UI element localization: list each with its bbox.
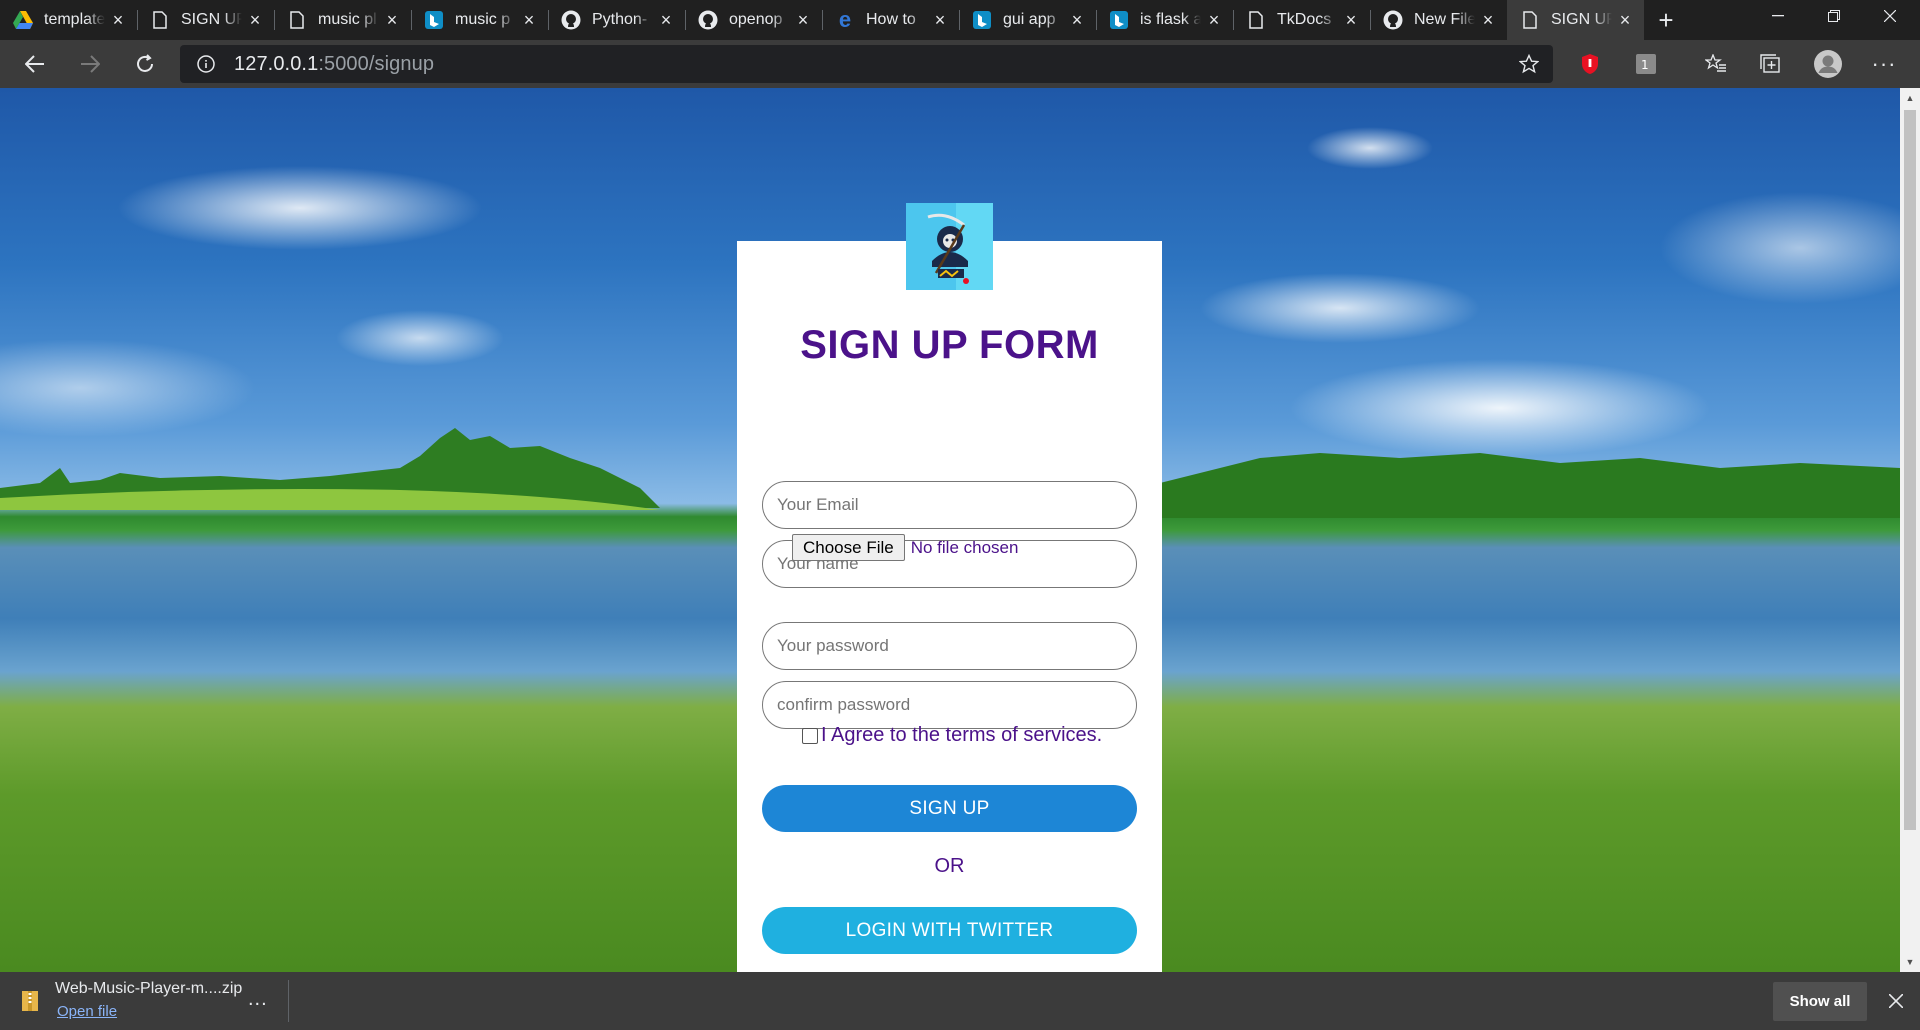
forward-icon[interactable] bbox=[72, 46, 108, 82]
close-icon[interactable]: × bbox=[520, 10, 538, 30]
download-options-button[interactable]: ... bbox=[248, 988, 268, 1011]
file-upload: Choose File No file chosen bbox=[792, 534, 1018, 561]
close-icon[interactable]: × bbox=[1342, 10, 1360, 30]
page-scrollbar[interactable]: ▲ ▼ bbox=[1900, 88, 1920, 972]
info-icon[interactable] bbox=[196, 54, 216, 79]
minimize-icon[interactable] bbox=[1750, 0, 1806, 32]
terms-row: I Agree to the terms of services. bbox=[802, 724, 1102, 747]
github-icon bbox=[1382, 9, 1404, 31]
browser-toolbar: 127.0.0.1:5000/signup 1 ··· bbox=[0, 40, 1920, 88]
github-icon bbox=[560, 9, 582, 31]
star-icon[interactable] bbox=[1518, 53, 1540, 79]
tab-title: music p bbox=[455, 11, 511, 28]
download-file-name: Web-Music-Player-m....zip bbox=[55, 980, 243, 997]
close-icon[interactable]: × bbox=[931, 10, 949, 30]
tab-active[interactable]: SIGN UP × bbox=[1507, 0, 1644, 40]
tab[interactable]: music pl × bbox=[274, 0, 411, 40]
confirm-password-input[interactable] bbox=[762, 681, 1137, 729]
page-icon bbox=[1245, 9, 1267, 31]
tab-title: SIGN UP bbox=[1551, 11, 1612, 28]
show-all-button[interactable]: Show all bbox=[1773, 982, 1867, 1021]
divider bbox=[288, 980, 289, 1022]
close-icon[interactable]: × bbox=[1616, 10, 1634, 30]
close-icon[interactable] bbox=[1880, 985, 1912, 1017]
tab-strip: template × SIGN UP × music pl × music p … bbox=[0, 0, 1920, 40]
tab[interactable]: gui app × bbox=[959, 0, 1096, 40]
tab-title: template bbox=[44, 11, 105, 28]
download-shelf: Web-Music-Player-m....zip Open file ... … bbox=[0, 972, 1920, 1030]
close-icon[interactable]: × bbox=[1479, 10, 1497, 30]
terms-label[interactable]: I Agree to the terms of services. bbox=[821, 724, 1102, 747]
tab-title: SIGN UP bbox=[181, 11, 242, 28]
page-background: SIGN UP FORM Choose File No file chosen … bbox=[0, 88, 1900, 972]
tab[interactable]: music p × bbox=[411, 0, 548, 40]
tab[interactable]: TkDocs × bbox=[1233, 0, 1370, 40]
site-logo bbox=[906, 203, 993, 290]
signup-card: SIGN UP FORM Choose File No file chosen … bbox=[737, 241, 1162, 972]
close-icon[interactable]: × bbox=[383, 10, 401, 30]
bing-icon bbox=[423, 9, 445, 31]
scroll-down-icon[interactable]: ▼ bbox=[1904, 956, 1916, 968]
zip-file-icon bbox=[22, 991, 38, 1011]
github-icon bbox=[697, 9, 719, 31]
google-drive-icon bbox=[12, 9, 34, 31]
restore-icon[interactable] bbox=[1806, 0, 1862, 32]
page-icon bbox=[149, 9, 171, 31]
open-file-link[interactable]: Open file bbox=[57, 1003, 117, 1020]
bing-icon bbox=[1108, 9, 1130, 31]
tab[interactable]: Python- × bbox=[548, 0, 685, 40]
edge-icon: e bbox=[838, 7, 852, 32]
download-item[interactable]: Web-Music-Player-m....zip Open file ... bbox=[0, 972, 288, 1030]
close-icon[interactable]: × bbox=[657, 10, 675, 30]
svg-text:1: 1 bbox=[1641, 58, 1649, 72]
scroll-up-icon[interactable]: ▲ bbox=[1904, 92, 1916, 104]
new-tab-button[interactable]: + bbox=[1644, 0, 1688, 40]
extension-red-icon[interactable] bbox=[1574, 48, 1606, 80]
url-text: 127.0.0.1:5000/signup bbox=[234, 52, 435, 75]
tab[interactable]: SIGN UP × bbox=[137, 0, 274, 40]
login-twitter-button[interactable]: LOGIN WITH TWITTER bbox=[762, 907, 1137, 954]
tab-title: music pl bbox=[318, 11, 377, 28]
tab-title: New File bbox=[1414, 11, 1475, 28]
address-bar[interactable]: 127.0.0.1:5000/signup bbox=[180, 45, 1553, 83]
page-icon bbox=[1519, 9, 1541, 31]
password-input[interactable] bbox=[762, 622, 1137, 670]
tab-title: gui app bbox=[1003, 11, 1056, 28]
form-title: SIGN UP FORM bbox=[800, 323, 1099, 367]
extension-gray-icon[interactable]: 1 bbox=[1630, 48, 1662, 80]
back-icon[interactable] bbox=[17, 46, 53, 82]
more-menu-icon[interactable]: ··· bbox=[1868, 48, 1900, 80]
choose-file-button[interactable]: Choose File bbox=[792, 534, 905, 561]
signup-button[interactable]: SIGN UP bbox=[762, 785, 1137, 832]
tab[interactable]: e How to × bbox=[822, 0, 959, 40]
email-input[interactable] bbox=[762, 481, 1137, 529]
file-status: No file chosen bbox=[910, 537, 1019, 557]
profile-avatar-icon[interactable] bbox=[1812, 48, 1844, 80]
close-icon[interactable]: × bbox=[1068, 10, 1086, 30]
collections-icon[interactable] bbox=[1755, 48, 1787, 80]
tab[interactable]: is flask a × bbox=[1096, 0, 1233, 40]
tab-title: is flask a bbox=[1140, 11, 1201, 28]
bing-icon bbox=[971, 9, 993, 31]
terms-checkbox[interactable] bbox=[802, 727, 818, 744]
tab-title: openop bbox=[729, 11, 783, 28]
tab[interactable]: openop × bbox=[685, 0, 822, 40]
tab-title: Python- bbox=[592, 11, 648, 28]
scroll-thumb[interactable] bbox=[1904, 110, 1916, 830]
tab-title: How to bbox=[866, 11, 916, 28]
tab[interactable]: template × bbox=[0, 0, 137, 40]
tab-title: TkDocs bbox=[1277, 11, 1332, 28]
tab[interactable]: New File × bbox=[1370, 0, 1507, 40]
close-icon[interactable]: × bbox=[109, 10, 127, 30]
close-icon[interactable]: × bbox=[794, 10, 812, 30]
or-divider: OR bbox=[934, 855, 965, 877]
close-icon[interactable]: × bbox=[1205, 10, 1223, 30]
refresh-icon[interactable] bbox=[127, 46, 163, 82]
close-icon[interactable]: × bbox=[246, 10, 264, 30]
page-icon bbox=[286, 9, 308, 31]
favorites-icon[interactable] bbox=[1700, 48, 1732, 80]
window-close-icon[interactable] bbox=[1862, 0, 1918, 32]
reaper-logo-icon bbox=[906, 203, 993, 290]
